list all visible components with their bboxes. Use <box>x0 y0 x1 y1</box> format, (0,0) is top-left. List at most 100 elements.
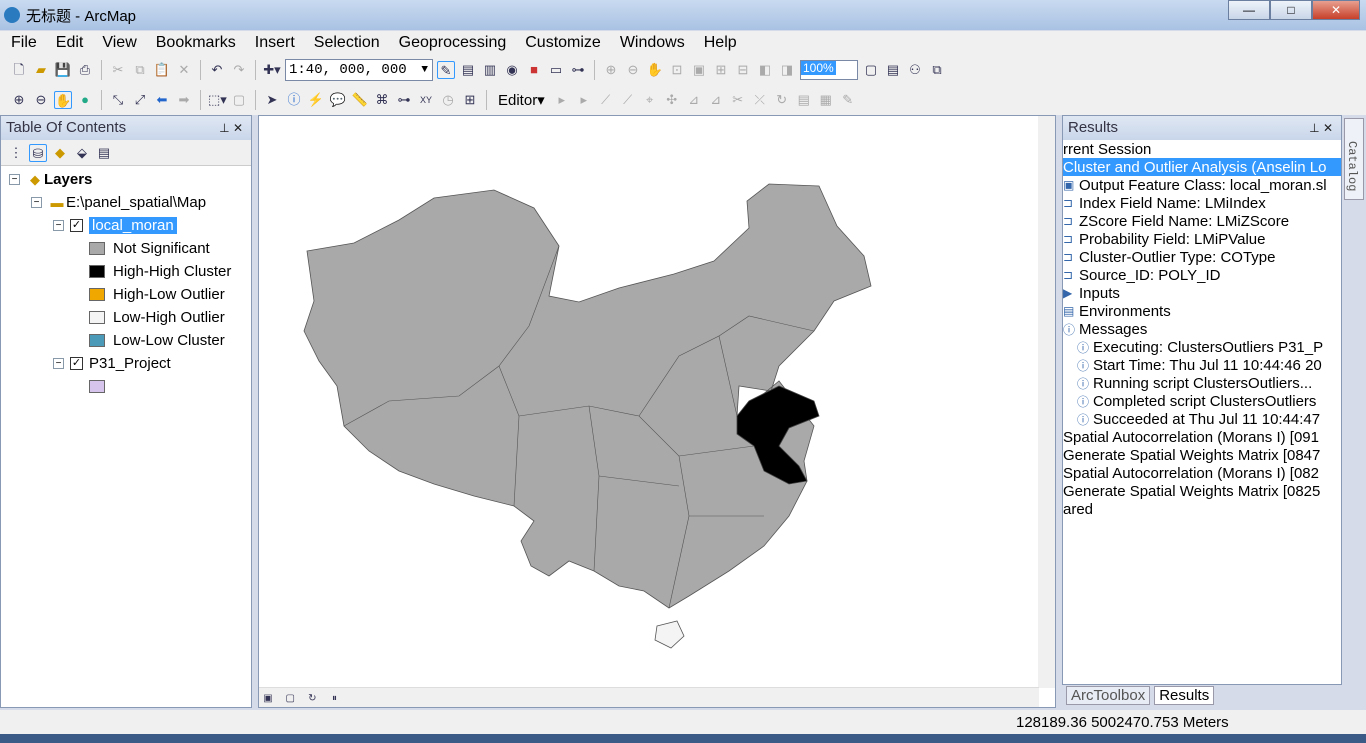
layout-zoom-dropdown[interactable]: 100% <box>800 60 858 80</box>
map-scale-dropdown[interactable]: 1:40, 000, 000 <box>285 59 433 81</box>
menu-customize[interactable]: Customize <box>514 31 609 55</box>
paste-icon[interactable]: 📋 <box>153 61 171 79</box>
edit-vertices-icon[interactable]: ⊿ <box>685 91 703 109</box>
result-item[interactable]: ⓘ Start Time: Thu Jul 11 10:44:46 20 <box>1063 356 1341 374</box>
result-item[interactable]: ⓘ Completed script ClustersOutliers <box>1063 392 1341 410</box>
trace-icon[interactable]: ⌖ <box>641 91 659 109</box>
list-by-visibility-icon[interactable]: ◆ <box>51 144 69 162</box>
zoom-100-icon[interactable]: ▣ <box>690 61 708 79</box>
options-icon[interactable]: ▤ <box>95 144 113 162</box>
list-by-source-icon[interactable]: ⛁ <box>29 143 47 162</box>
back-extent-icon[interactable]: ◧ <box>756 61 774 79</box>
endpoint-arc-icon[interactable]: ⟋ <box>619 91 637 109</box>
zoom-in-icon[interactable]: ⊕ <box>10 91 28 109</box>
rotate-icon[interactable]: ↻ <box>773 91 791 109</box>
layout-zoom-in-icon[interactable]: ⊕ <box>602 61 620 79</box>
change-layout-icon[interactable]: ⚇ <box>906 61 924 79</box>
split-icon[interactable]: ⤫ <box>751 91 769 109</box>
result-item[interactable]: ⊐ Probability Field: LMiPValue <box>1063 230 1341 248</box>
result-item[interactable]: Spatial Autocorrelation (Morans I) [082 <box>1063 464 1341 482</box>
list-by-drawing-order-icon[interactable]: ⋮ <box>7 144 25 162</box>
map-polygon-hainan[interactable] <box>654 620 685 649</box>
menu-edit[interactable]: Edit <box>45 31 92 55</box>
result-item[interactable]: ared <box>1063 500 1341 518</box>
pause-drawing-icon[interactable]: ⏸ <box>326 690 344 708</box>
delete-icon[interactable]: ✕ <box>175 61 193 79</box>
fixed-zoom-out-icon[interactable]: ⤢ <box>131 91 149 109</box>
menu-view[interactable]: View <box>91 31 144 55</box>
fixed-zoom-in-icon[interactable]: ⤡ <box>109 91 127 109</box>
result-item[interactable]: ⊐ ZScore Field Name: LMiZScore <box>1063 212 1341 230</box>
menu-help[interactable]: Help <box>693 31 745 55</box>
undo-icon[interactable]: ↶ <box>208 61 226 79</box>
point-icon[interactable]: ✣ <box>663 91 681 109</box>
result-item[interactable]: ⓘ Running script ClustersOutliers... <box>1063 374 1341 392</box>
editor-menu[interactable]: Editor▾ <box>494 91 549 109</box>
select-elements-icon[interactable]: ➤ <box>263 91 281 109</box>
attributes-icon[interactable]: ▤ <box>795 91 813 109</box>
minimize-button[interactable]: — <box>1228 0 1270 20</box>
zoom-whole-page-icon[interactable]: ⊡ <box>668 61 686 79</box>
identify-icon[interactable]: ⓘ <box>285 91 303 109</box>
modelbuilder-icon[interactable]: ⊶ <box>569 61 587 79</box>
collapse-icon[interactable]: − <box>53 220 64 231</box>
select-features-icon[interactable]: ⬚▾ <box>208 91 227 109</box>
go-to-xy-icon[interactable]: XY <box>417 91 435 109</box>
result-item[interactable]: rrent Session <box>1063 140 1341 158</box>
result-item[interactable]: Spatial Autocorrelation (Morans I) [091 <box>1063 428 1341 446</box>
menu-geoprocessing[interactable]: Geoprocessing <box>388 31 515 55</box>
add-data-icon[interactable]: ✚▾ <box>263 61 281 79</box>
map-view[interactable]: ▣ ▢ ↻ ⏸ <box>258 115 1056 708</box>
time-slider-icon[interactable]: ◷ <box>439 91 457 109</box>
go-back-icon[interactable]: ⬅ <box>153 91 171 109</box>
list-by-selection-icon[interactable]: ⬙ <box>73 144 91 162</box>
result-item[interactable]: ⓘ Messages <box>1063 320 1341 338</box>
create-features-icon[interactable]: ✎ <box>839 91 857 109</box>
pan-icon[interactable]: ✋ <box>54 91 72 109</box>
hyperlink-icon[interactable]: ⚡ <box>307 91 325 109</box>
table-of-contents-icon[interactable]: ▤ <box>459 61 477 79</box>
magnifier-icon[interactable]: ⊞ <box>461 91 479 109</box>
straight-segment-icon[interactable]: ⟋ <box>597 91 615 109</box>
result-item[interactable]: ⊐ Source_ID: POLY_ID <box>1063 266 1341 284</box>
edit-tool-icon[interactable]: ▸ <box>553 91 571 109</box>
tab-results[interactable]: Results <box>1154 686 1215 705</box>
find-route-icon[interactable]: ⊶ <box>395 91 413 109</box>
clear-selection-icon[interactable]: ▢ <box>230 91 248 109</box>
python-icon[interactable]: ▭ <box>547 61 565 79</box>
result-item[interactable]: ⓘ Succeeded at Thu Jul 11 10:44:47 <box>1063 410 1341 428</box>
go-forward-icon[interactable]: ➡ <box>175 91 193 109</box>
full-extent-icon[interactable]: ● <box>76 91 94 109</box>
menu-selection[interactable]: Selection <box>303 31 388 55</box>
toggle-draft-icon[interactable]: ▢ <box>862 61 880 79</box>
maximize-button[interactable]: □ <box>1270 0 1312 20</box>
fixed-zoom-in-icon[interactable]: ⊞ <box>712 61 730 79</box>
editor-toolbar-icon[interactable]: ✎ <box>437 61 455 79</box>
result-item[interactable]: ⓘ Executing: ClustersOutliers P31_P <box>1063 338 1341 356</box>
result-item[interactable]: ⊐ Index Field Name: LMiIndex <box>1063 194 1341 212</box>
result-item[interactable]: ⊐ Cluster-Outlier Type: COType <box>1063 248 1341 266</box>
close-button[interactable]: ✕ <box>1312 0 1360 20</box>
cut-icon[interactable]: ✂ <box>109 61 127 79</box>
cut-polygons-icon[interactable]: ✂ <box>729 91 747 109</box>
fixed-zoom-out-icon[interactable]: ⊟ <box>734 61 752 79</box>
layer-visibility-checkbox[interactable]: ✓ <box>70 357 83 370</box>
measure-icon[interactable]: 📏 <box>351 91 369 109</box>
catalog-icon[interactable]: ▥ <box>481 61 499 79</box>
redo-icon[interactable]: ↷ <box>230 61 248 79</box>
find-icon[interactable]: ⌘ <box>373 91 391 109</box>
zoom-out-icon[interactable]: ⊖ <box>32 91 50 109</box>
data-view-icon[interactable]: ▣ <box>259 690 277 708</box>
menu-bookmarks[interactable]: Bookmarks <box>145 31 244 55</box>
layout-view-icon[interactable]: ▢ <box>281 690 299 708</box>
result-item[interactable]: Generate Spatial Weights Matrix [0847 <box>1063 446 1341 464</box>
folder-path[interactable]: E:\panel_spatial\Map <box>66 194 206 211</box>
menu-insert[interactable]: Insert <box>244 31 303 55</box>
pin-close-icons[interactable]: ⊥ ✕ <box>1309 116 1333 140</box>
collapse-icon[interactable]: − <box>31 197 42 208</box>
map-horizontal-scrollbar[interactable]: ▣ ▢ ↻ ⏸ <box>259 687 1039 707</box>
open-icon[interactable]: ▰ <box>32 61 50 79</box>
layer-name[interactable]: local_moran <box>89 217 177 234</box>
layer-visibility-checkbox[interactable]: ✓ <box>70 219 83 232</box>
data-driven-pages-icon[interactable]: ⧉ <box>928 61 946 79</box>
